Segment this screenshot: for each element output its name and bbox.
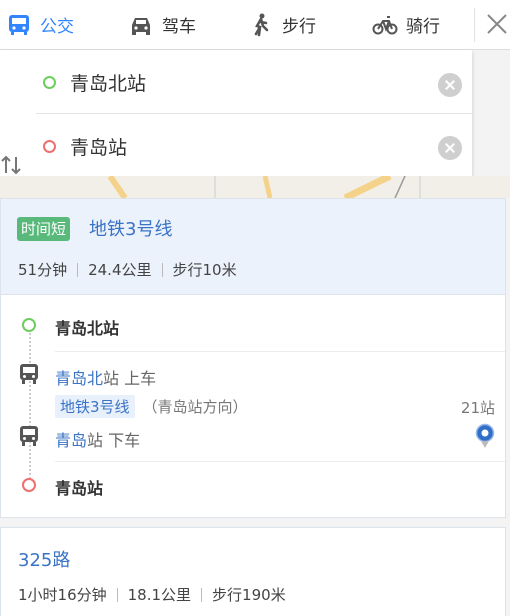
end-dot-icon xyxy=(22,478,36,492)
route-input-card: 青岛北站 青岛站 xyxy=(0,50,472,176)
location-pin-icon[interactable] xyxy=(475,423,495,449)
mode-tab-bike[interactable]: 骑行 xyxy=(372,0,440,50)
stop-count[interactable]: 21站 xyxy=(461,397,495,418)
start-field[interactable]: 青岛北站 xyxy=(36,52,472,114)
mode-tab-label: 驾车 xyxy=(162,17,196,37)
divider xyxy=(55,461,505,462)
bus-icon xyxy=(20,426,38,446)
swap-icon[interactable] xyxy=(0,154,22,176)
route-distance: 24.4公里 xyxy=(88,261,152,279)
route-duration: 1小时16分钟 xyxy=(18,586,107,604)
mode-tab-label: 骑行 xyxy=(406,17,440,37)
divider xyxy=(201,587,203,602)
start-input[interactable]: 青岛北站 xyxy=(70,69,146,96)
route-summary[interactable]: 时间短 地铁3号线 51分钟 24.4公里 步行10米 xyxy=(1,199,505,295)
route-duration: 51分钟 xyxy=(18,261,68,279)
car-icon xyxy=(132,17,150,35)
divider xyxy=(77,262,79,277)
end-field[interactable]: 青岛站 xyxy=(36,115,472,177)
map-roads xyxy=(107,176,421,198)
end-input[interactable]: 青岛站 xyxy=(70,133,127,160)
mode-tab-walk[interactable]: 步行 xyxy=(248,0,316,50)
board-station-suffix: 站 xyxy=(103,369,120,388)
clear-start-icon[interactable] xyxy=(438,73,462,97)
walk-icon xyxy=(254,13,269,36)
route-meta: 1小时16分钟 18.1公里 步行190米 xyxy=(18,584,286,605)
step-connector xyxy=(29,329,31,479)
bus-icon xyxy=(9,14,29,35)
bus-icon xyxy=(20,364,38,384)
line-badge[interactable]: 地铁3号线 xyxy=(55,395,135,418)
alight-station[interactable]: 青岛 xyxy=(55,431,87,450)
mode-tab-label: 公交 xyxy=(40,17,74,37)
alight-action: 下车 xyxy=(108,431,141,450)
route-walk: 步行190米 xyxy=(212,586,286,604)
route-title: 325路 xyxy=(18,550,71,571)
route-card[interactable]: 时间短 地铁3号线 51分钟 24.4公里 步行10米 青岛北站 青岛北站 上车… xyxy=(0,198,506,518)
start-dot-icon xyxy=(22,318,36,332)
fastest-badge: 时间短 xyxy=(17,217,71,241)
route-card[interactable]: 325路 1小时16分钟 18.1公里 步行190米 xyxy=(0,527,506,616)
step-end: 青岛站 xyxy=(55,479,104,498)
divider xyxy=(116,587,118,602)
route-meta: 51分钟 24.4公里 步行10米 xyxy=(18,259,237,280)
alight-station-suffix: 站 xyxy=(87,431,104,450)
mode-tab-label: 步行 xyxy=(282,17,316,37)
line-direction: （青岛站方向） xyxy=(142,398,248,416)
mode-bar: 公交 驾车 步行 骑行 xyxy=(0,0,510,50)
route-steps: 青岛北站 青岛北站 上车 地铁3号线 （青岛站方向） 21站 青岛站 下车 青岛… xyxy=(1,295,505,517)
divider xyxy=(474,8,475,42)
board-step[interactable]: 青岛北站 上车 xyxy=(55,365,156,389)
map-background[interactable] xyxy=(0,176,510,198)
divider xyxy=(161,262,163,277)
close-icon[interactable] xyxy=(486,13,508,35)
route-title: 地铁3号线 xyxy=(89,219,173,240)
clear-end-icon[interactable] xyxy=(438,136,462,160)
bike-icon xyxy=(372,15,398,34)
divider xyxy=(55,351,505,352)
board-action: 上车 xyxy=(124,369,157,388)
route-distance: 18.1公里 xyxy=(127,586,192,604)
end-dot-icon xyxy=(43,139,56,153)
route-walk: 步行10米 xyxy=(172,261,237,279)
mode-tab-bus[interactable]: 公交 xyxy=(6,0,74,50)
start-dot-icon xyxy=(43,76,56,89)
line-info: 地铁3号线 （青岛站方向） xyxy=(55,395,248,418)
mode-tab-car[interactable]: 驾车 xyxy=(128,0,196,50)
board-station[interactable]: 青岛北 xyxy=(55,369,103,388)
alight-step[interactable]: 青岛站 下车 xyxy=(55,427,140,451)
step-start: 青岛北站 xyxy=(55,319,120,338)
